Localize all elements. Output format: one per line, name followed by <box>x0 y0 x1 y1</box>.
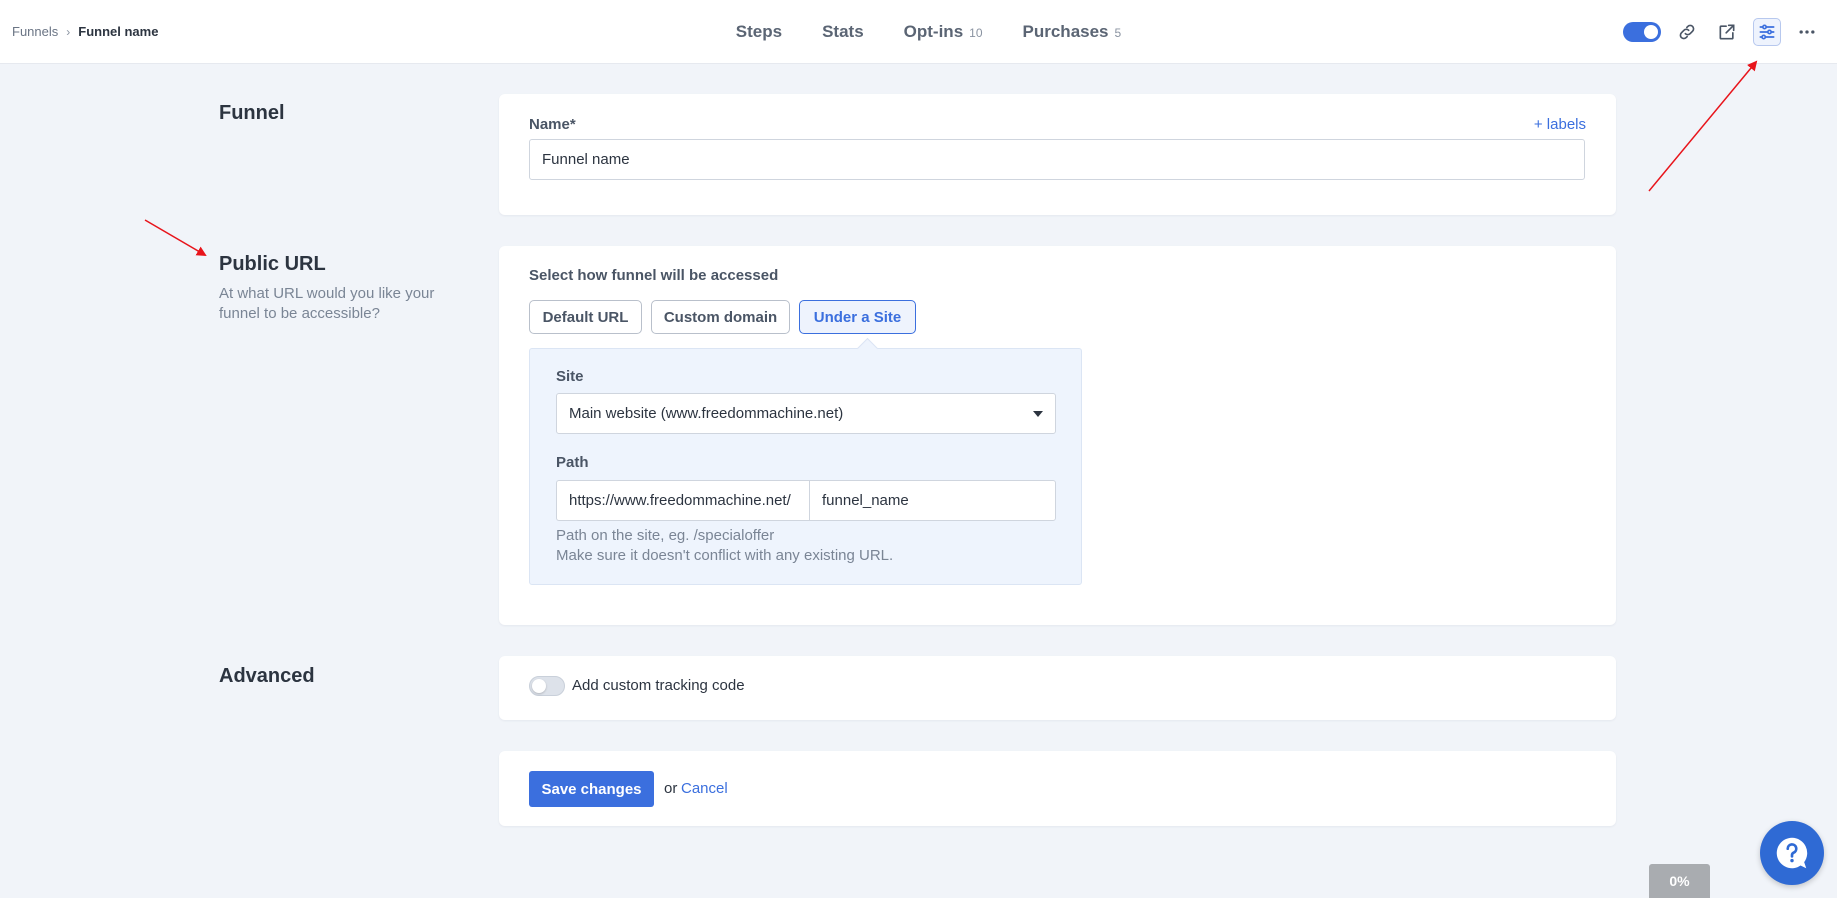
toolbar <box>1623 18 1821 46</box>
path-label: Path <box>556 454 589 471</box>
top-bar: Funnels › Funnel name Steps Stats Opt-in… <box>0 0 1837 64</box>
tab-label: Steps <box>735 22 783 41</box>
public-url-description: At what URL would you like your funnel t… <box>219 285 435 322</box>
tab-opt-ins[interactable]: Opt-ins 10 <box>904 22 983 42</box>
funnel-name-input[interactable]: Funnel name <box>529 139 1585 180</box>
advanced-card: Add custom tracking code <box>499 656 1616 720</box>
custom-domain-button[interactable]: Custom domain <box>651 300 790 334</box>
site-label: Site <box>556 368 584 385</box>
help-chat-button[interactable] <box>1760 821 1824 885</box>
main-tabs: Steps Stats Opt-ins 10 Purchases 5 <box>0 0 1837 64</box>
breadcrumb-current: Funnel name <box>78 24 159 39</box>
save-changes-button[interactable]: Save changes <box>529 771 654 807</box>
site-select[interactable]: Main website (www.freedommachine.net) <box>556 393 1056 434</box>
path-prefix: https://www.freedommachine.net/ <box>556 480 809 521</box>
external-link-icon[interactable] <box>1713 18 1741 46</box>
access-label: Select how funnel will be accessed <box>529 267 779 284</box>
name-label: Name* <box>529 116 576 133</box>
progress-badge: 0% <box>1649 864 1710 898</box>
chevron-right-icon: › <box>66 24 71 39</box>
tab-label: Purchases <box>1022 22 1109 41</box>
under-a-site-button[interactable]: Under a Site <box>799 300 916 334</box>
funnel-section-title: Funnel <box>219 102 285 124</box>
path-input[interactable]: funnel_name <box>809 480 1056 521</box>
path-warning-text: Make sure it doesn't conflict with any e… <box>556 547 894 564</box>
public-url-card: Select how funnel will be accessed Defau… <box>499 246 1616 625</box>
tab-steps[interactable]: Steps <box>736 22 782 42</box>
default-url-button[interactable]: Default URL <box>529 300 642 334</box>
tracking-code-label: Add custom tracking code <box>572 677 745 694</box>
more-icon[interactable] <box>1793 18 1821 46</box>
tab-stats[interactable]: Stats <box>822 22 864 42</box>
caret-down-icon <box>1033 410 1043 417</box>
tab-purchases[interactable]: Purchases 5 <box>1023 22 1122 42</box>
annotation-arrow-public-url <box>144 219 207 257</box>
cancel-link[interactable]: Cancel <box>681 780 728 797</box>
link-icon[interactable] <box>1673 18 1701 46</box>
add-labels-link[interactable]: + labels <box>1534 116 1586 133</box>
settings-sliders-icon[interactable] <box>1753 18 1781 46</box>
under-a-site-panel: Site Main website (www.freedommachine.ne… <box>529 348 1082 585</box>
breadcrumb: Funnels › Funnel name <box>12 24 158 39</box>
help-question-icon <box>1776 837 1808 869</box>
site-select-value: Main website (www.freedommachine.net) <box>569 405 844 422</box>
advanced-section-title: Advanced <box>219 665 315 687</box>
breadcrumb-funnels[interactable]: Funnels <box>12 24 58 39</box>
or-text: or <box>664 780 678 797</box>
tracking-code-toggle[interactable] <box>529 676 565 696</box>
annotation-arrow-settings <box>1648 60 1758 192</box>
funnel-card: Name* + labels Funnel name <box>499 94 1616 215</box>
actions-card: Save changes or Cancel <box>499 751 1616 826</box>
tab-label: Opt-ins <box>903 22 964 41</box>
path-help-text: Path on the site, eg. /specialoffer <box>556 527 775 544</box>
public-url-section-title: Public URL <box>219 253 326 275</box>
publish-toggle[interactable] <box>1623 22 1661 42</box>
tab-count: 10 <box>969 26 983 40</box>
tab-count: 5 <box>1114 26 1122 40</box>
tab-label: Stats <box>822 22 864 41</box>
